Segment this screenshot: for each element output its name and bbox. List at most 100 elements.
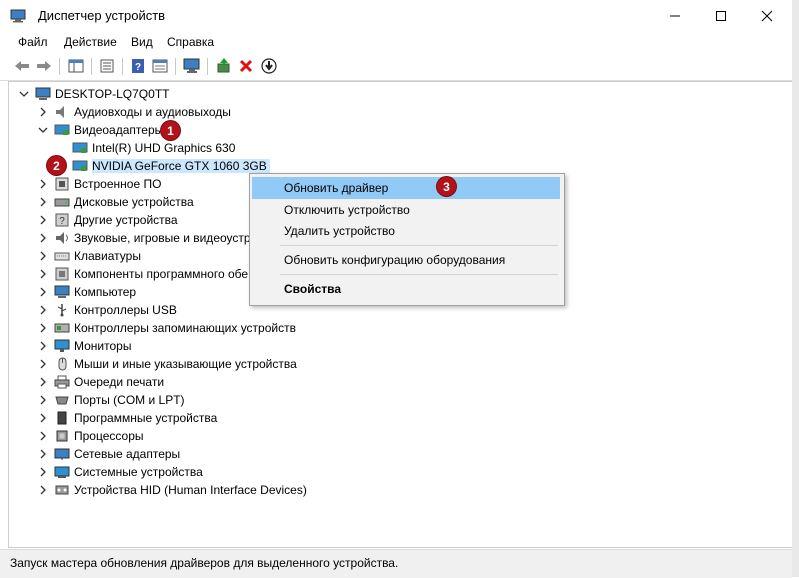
chevron-right-icon[interactable] xyxy=(36,303,50,317)
status-bar: Запуск мастера обновления драйверов для … xyxy=(0,549,792,578)
chevron-right-icon[interactable] xyxy=(36,321,50,335)
tree-category-label: Очереди печати xyxy=(74,375,165,389)
tree-root[interactable]: DESKTOP-LQ7Q0TT xyxy=(17,85,169,103)
disable-device-button[interactable] xyxy=(259,57,279,75)
tree-category[interactable]: ? Другие устройства xyxy=(36,211,178,229)
arrow-left-icon xyxy=(15,61,29,71)
chevron-right-icon[interactable] xyxy=(36,267,50,281)
tree-category-label: Звуковые, игровые и видеоустр xyxy=(74,231,251,245)
update-driver-button[interactable] xyxy=(214,57,234,75)
toolbar-separator xyxy=(175,58,176,75)
unknown-device-icon: ? xyxy=(54,213,70,227)
chevron-down-icon[interactable] xyxy=(17,87,31,101)
chevron-right-icon[interactable] xyxy=(36,429,50,443)
tree-category[interactable]: Компоненты программного обе xyxy=(36,265,248,283)
chevron-right-icon[interactable] xyxy=(36,411,50,425)
tree-category-label: Системные устройства xyxy=(74,465,203,479)
system-device-icon xyxy=(54,465,70,479)
tree-category[interactable]: Системные устройства xyxy=(36,463,203,481)
chevron-right-icon[interactable] xyxy=(36,285,50,299)
close-icon xyxy=(761,10,773,22)
tree-category-label: Аудиовходы и аудиовыходы xyxy=(74,105,231,119)
context-properties[interactable]: Свойства xyxy=(252,278,560,300)
chevron-right-icon[interactable] xyxy=(36,447,50,461)
tree-category[interactable]: Встроенное ПО xyxy=(36,175,161,193)
toolbar-separator xyxy=(122,58,123,75)
chevron-right-icon[interactable] xyxy=(36,105,50,119)
view-resources-button[interactable] xyxy=(150,57,170,75)
tree-category-label: Процессоры xyxy=(74,429,144,443)
tree-category[interactable]: Аудиовходы и аудиовыходы xyxy=(36,103,231,121)
chevron-right-icon[interactable] xyxy=(36,195,50,209)
menu-action[interactable]: Действие xyxy=(64,35,117,49)
tree-category[interactable]: Мыши и иные указывающие устройства xyxy=(36,355,297,373)
chevron-right-icon[interactable] xyxy=(36,231,50,245)
display-adapter-icon xyxy=(72,159,88,173)
context-update-driver[interactable]: Обновить драйвер xyxy=(252,177,560,199)
svg-text:?: ? xyxy=(135,62,141,73)
tree-category[interactable]: Устройства HID (Human Interface Devices) xyxy=(36,481,307,499)
chevron-right-icon[interactable] xyxy=(36,177,50,191)
back-button[interactable] xyxy=(12,57,32,75)
properties-button[interactable] xyxy=(97,57,117,75)
tree-category[interactable]: Видеоадаптеры xyxy=(36,121,163,139)
tree-root-label: DESKTOP-LQ7Q0TT xyxy=(55,87,170,101)
tree-device-label: Intel(R) UHD Graphics 630 xyxy=(92,141,236,155)
uninstall-device-button[interactable] xyxy=(236,57,256,75)
toolbar-separator xyxy=(59,58,60,75)
help-button[interactable]: ? xyxy=(128,57,148,75)
red-x-icon xyxy=(239,59,253,73)
tree-category[interactable]: Процессоры xyxy=(36,427,144,445)
tree-category[interactable]: Дисковые устройства xyxy=(36,193,194,211)
context-scan-hardware[interactable]: Обновить конфигурацию оборудования xyxy=(252,249,560,271)
chevron-right-icon[interactable] xyxy=(36,213,50,227)
menu-view[interactable]: Вид xyxy=(131,35,153,49)
context-menu: Обновить драйвер Отключить устройство Уд… xyxy=(249,173,565,306)
tree-category[interactable]: Программные устройства xyxy=(36,409,217,427)
chevron-right-icon[interactable] xyxy=(36,483,50,497)
menu-bar: Файл Действие Вид Справка xyxy=(0,32,799,53)
tree-category-label: Контроллеры USB xyxy=(74,303,177,317)
maximize-button[interactable] xyxy=(698,0,744,32)
tree-category-label: Клавиатуры xyxy=(74,249,141,263)
tree-category-label: Встроенное ПО xyxy=(74,177,162,191)
tree-category[interactable]: Контроллеры запоминающих устройств xyxy=(36,319,296,337)
context-uninstall-device[interactable]: Удалить устройство xyxy=(252,220,560,242)
computer-icon xyxy=(35,87,51,101)
show-hide-console-tree-button[interactable] xyxy=(66,57,86,75)
chevron-right-icon[interactable] xyxy=(36,249,50,263)
chevron-right-icon[interactable] xyxy=(36,357,50,371)
context-disable-device[interactable]: Отключить устройство xyxy=(252,199,560,221)
minimize-button[interactable] xyxy=(652,0,698,32)
tree-category[interactable]: Очереди печати xyxy=(36,373,164,391)
computer-icon xyxy=(54,285,70,299)
tree-category[interactable]: Контроллеры USB xyxy=(36,301,177,319)
menu-help[interactable]: Справка xyxy=(167,35,214,49)
tree-category[interactable]: Звуковые, игровые и видеоустр xyxy=(36,229,251,247)
disk-icon xyxy=(54,195,70,209)
tree-device-selected[interactable]: NVIDIA GeForce GTX 1060 3GB xyxy=(54,157,270,175)
speaker-icon xyxy=(54,231,70,245)
chevron-right-icon[interactable] xyxy=(36,375,50,389)
storage-controller-icon xyxy=(54,321,70,335)
close-button[interactable] xyxy=(744,0,790,32)
scan-hardware-button[interactable] xyxy=(182,57,202,75)
usb-icon xyxy=(54,303,70,317)
menu-file[interactable]: Файл xyxy=(18,35,48,49)
hid-icon xyxy=(54,483,70,497)
chevron-right-icon[interactable] xyxy=(36,465,50,479)
tree-category[interactable]: Компьютер xyxy=(36,283,136,301)
tree-device[interactable]: Intel(R) UHD Graphics 630 xyxy=(54,139,235,157)
chevron-down-icon[interactable] xyxy=(36,123,50,137)
chevron-right-icon[interactable] xyxy=(36,393,50,407)
chevron-right-icon[interactable] xyxy=(36,339,50,353)
device-manager-icon xyxy=(10,9,26,23)
tree-category[interactable]: Сетевые адаптеры xyxy=(36,445,180,463)
maximize-icon xyxy=(716,11,726,21)
tree-category[interactable]: Порты (COM и LPT) xyxy=(36,391,185,409)
firmware-icon xyxy=(54,177,70,191)
context-item-label: Удалить устройство xyxy=(284,224,395,238)
tree-category[interactable]: Мониторы xyxy=(36,337,131,355)
forward-button[interactable] xyxy=(34,57,54,75)
tree-category[interactable]: Клавиатуры xyxy=(36,247,141,265)
